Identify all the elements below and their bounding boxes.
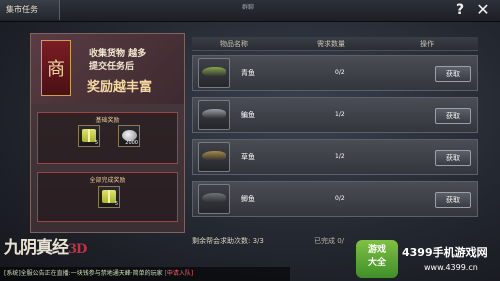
item-slot[interactable] [198, 142, 230, 172]
table-row: 草鱼 1/2 获取 [192, 139, 478, 175]
banner-line-1: 收集货物 越多 [89, 49, 147, 59]
watermark-url: www.4399.cn [424, 263, 478, 272]
full-reward-box: 全部完成奖励 5 [37, 172, 178, 222]
item-name: 草鱼 [241, 153, 255, 161]
reward-count: 5 [94, 140, 98, 146]
top-center-label: 群聊 [242, 4, 255, 11]
header-required-qty: 需求数量 [317, 40, 345, 48]
item-progress: 1/2 [335, 153, 345, 160]
join-team-link[interactable]: [申请入队] [165, 270, 194, 277]
green-fish-icon [202, 67, 226, 77]
item-name: 鳊鱼 [241, 111, 255, 119]
close-icon[interactable]: ✕ [474, 1, 492, 19]
tab-market-tasks[interactable]: 集市任务 [0, 0, 60, 20]
game-logo-tag: 3D [68, 242, 87, 257]
header-action: 操作 [420, 40, 434, 48]
item-slot[interactable] [198, 58, 230, 88]
game-logo-title: 九阴真经 [4, 238, 69, 258]
dark-fish-icon [202, 193, 226, 203]
item-name: 鲫鱼 [241, 195, 255, 203]
full-reward-title: 全部完成奖励 [89, 177, 126, 184]
task-info-panel: 商 收集货物 越多 提交任务后 奖励越丰富 基础奖励 5 2000 全部完成奖励… [30, 33, 185, 233]
help-count-label: 剩余帮会求助次数: 3/3 [192, 237, 264, 245]
item-slot[interactable] [198, 184, 230, 214]
reward-slot-gift[interactable]: 5 [98, 186, 120, 208]
table-row: 鲫鱼 0/2 获取 [192, 181, 478, 217]
item-progress: 1/2 [335, 111, 345, 118]
grey-fish-icon [202, 109, 226, 119]
merchant-flag-icon: 商 [41, 40, 71, 96]
table-row: 青鱼 0/2 获取 [192, 55, 478, 91]
help-icon[interactable]: ? [452, 2, 468, 18]
game-logo: 九阴真经3D [4, 233, 87, 258]
banner-line-2: 提交任务后 [89, 62, 135, 72]
item-progress: 0/2 [335, 69, 345, 76]
item-slot[interactable] [198, 100, 230, 130]
golden-fish-icon [202, 151, 226, 161]
get-button[interactable]: 获取 [435, 150, 471, 166]
get-button[interactable]: 获取 [435, 108, 471, 124]
completed-label: 已完成 0/ [314, 237, 345, 245]
base-reward-title: 基础奖励 [95, 117, 120, 124]
header-item-name: 物品名称 [220, 40, 248, 48]
base-reward-box: 基础奖励 5 2000 [37, 112, 178, 164]
reward-slot-coins[interactable]: 2000 [118, 125, 140, 147]
task-banner: 商 收集货物 越多 提交任务后 奖励越丰富 [31, 34, 184, 104]
banner-line-3: 奖励越丰富 [87, 80, 153, 95]
reward-count: 5 [114, 201, 118, 207]
reward-slot-gift[interactable]: 5 [78, 125, 100, 147]
get-button[interactable]: 获取 [435, 66, 471, 82]
chat-bar[interactable]: [系统]全服公告正在直播:一块钱参与禁地通天峰·简单的玩家 [申请入队] [0, 267, 290, 281]
watermark-icon: 游戏 大全 [356, 240, 398, 278]
watermark-title: 4399手机游戏网 [402, 246, 488, 259]
item-name: 青鱼 [241, 69, 255, 77]
flag-char: 商 [47, 59, 65, 80]
get-button[interactable]: 获取 [435, 192, 471, 208]
chat-message: [系统]全服公告正在直播:一块钱参与禁地通天峰·简单的玩家 [4, 270, 163, 277]
top-bar: 集市任务 群聊 ? ✕ [0, 0, 500, 22]
reward-count: 2000 [125, 140, 138, 146]
item-progress: 0/2 [335, 195, 345, 202]
table-row: 鳊鱼 1/2 获取 [192, 97, 478, 133]
table-header: 物品名称 需求数量 操作 [192, 37, 478, 51]
